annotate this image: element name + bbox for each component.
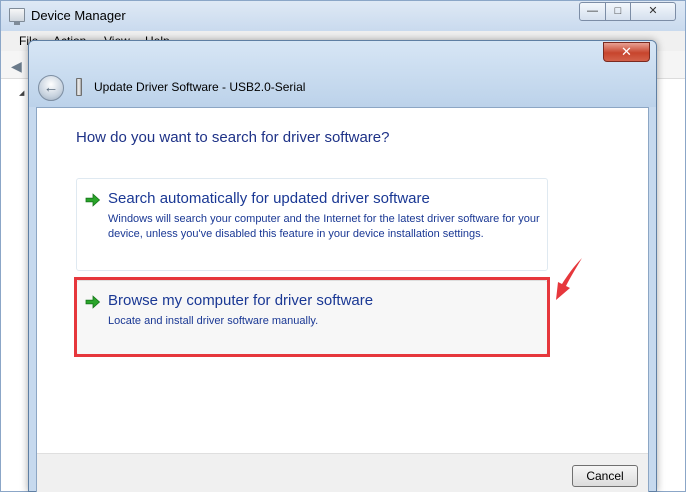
- red-pointer-arrow-icon: [556, 258, 582, 300]
- dialog-close-button[interactable]: ✕: [603, 42, 650, 62]
- minimize-button[interactable]: —: [579, 2, 606, 21]
- device-manager-title: Device Manager: [31, 8, 126, 23]
- dialog-title: Update Driver Software - USB2.0-Serial: [94, 80, 306, 94]
- dialog-footer: Cancel: [37, 453, 648, 492]
- cancel-button[interactable]: Cancel: [572, 465, 638, 487]
- search-automatically-option[interactable]: Search automatically for updated driver …: [76, 178, 548, 271]
- maximize-button[interactable]: □: [605, 2, 631, 21]
- option-description: Windows will search your computer and th…: [108, 213, 540, 240]
- device-manager-titlebar: Device Manager — □ ✕: [1, 1, 685, 31]
- device-manager-icon: [9, 8, 25, 25]
- green-right-arrow-icon: [85, 193, 101, 207]
- highlight-annotation-box: [74, 277, 550, 357]
- device-tree-scrollbar[interactable]: [653, 79, 685, 491]
- dialog-titlebar: [29, 41, 656, 107]
- usb-device-icon: [76, 78, 82, 96]
- tree-expander-icon[interactable]: ◢: [19, 89, 24, 97]
- page-heading: How do you want to search for driver sof…: [76, 129, 390, 146]
- option-title: Search automatically for updated driver …: [108, 190, 430, 207]
- back-arrow-icon[interactable]: ←: [38, 75, 64, 101]
- close-button[interactable]: ✕: [630, 2, 676, 21]
